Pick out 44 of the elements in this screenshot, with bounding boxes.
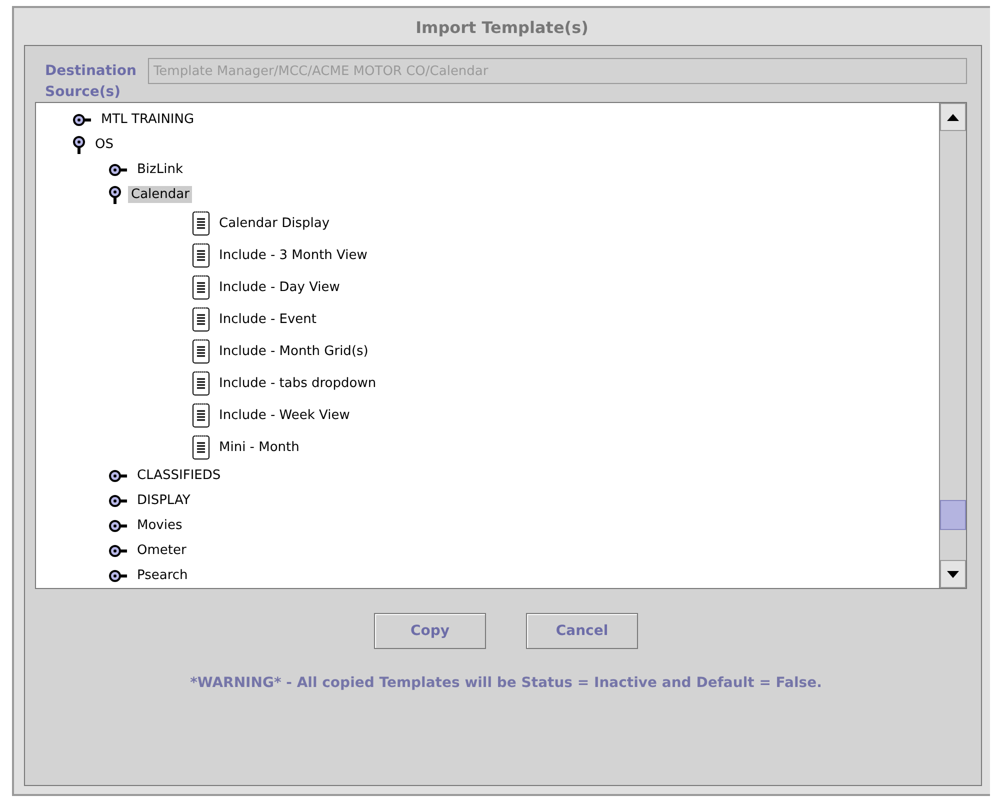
tree-item[interactable]: OS [92,136,116,153]
tree-item[interactable]: Ometer [134,542,190,559]
tree-item[interactable]: Include - tabs dropdown [216,374,380,392]
expanded-node-icon[interactable] [108,186,122,204]
tree-item[interactable]: Include - 3 Month View [216,246,370,264]
tree-item[interactable]: BizLink [134,161,186,178]
destination-label: Destination [45,63,136,79]
collapsed-node-icon[interactable] [108,568,128,582]
tree-item[interactable]: DISPLAY [134,492,194,509]
collapsed-node-icon[interactable] [108,544,128,558]
document-icon [192,402,210,428]
document-icon [192,434,210,460]
tree-item[interactable]: Calendar Display [216,214,333,232]
up-arrow-icon [947,114,959,120]
document-icon [192,274,210,300]
document-icon [192,370,210,396]
scroll-down-button[interactable] [940,560,966,588]
document-icon [192,242,210,268]
document-icon [192,338,210,364]
scrollbar[interactable] [939,103,966,588]
window-title: Import Template(s) [414,17,590,39]
tree-item[interactable]: Include - Month Grid(s) [216,342,372,360]
collapsed-node-icon[interactable] [108,494,128,508]
tree-item[interactable]: MTL TRAINING [98,111,198,128]
expanded-node-icon[interactable] [72,136,86,154]
tree-item[interactable]: CLASSIFIEDS [134,467,224,484]
tree-item[interactable]: Movies [134,517,186,534]
collapsed-node-icon[interactable] [108,468,128,482]
scroll-thumb[interactable] [940,500,966,530]
collapsed-node-icon[interactable] [108,518,128,532]
tree-item[interactable]: Include - Day View [216,278,343,296]
document-icon [192,210,210,236]
tree-item[interactable]: Calendar [128,186,192,203]
sources-label: Source(s) [45,84,122,100]
document-icon [192,306,210,332]
collapsed-node-icon[interactable] [108,162,128,176]
down-arrow-icon [947,570,959,578]
scroll-up-button[interactable] [940,103,966,131]
collapsed-node-icon[interactable] [72,112,92,126]
tree-item[interactable]: Mini - Month [216,438,302,456]
warning-text: *WARNING* - All copied Templates will be Status = Inactive and Default = False. [189,675,823,691]
tree-item[interactable]: Include - Week View [216,406,353,424]
tree-item[interactable]: Psearch [134,567,191,584]
tree-item[interactable]: Include - Event [216,310,320,328]
